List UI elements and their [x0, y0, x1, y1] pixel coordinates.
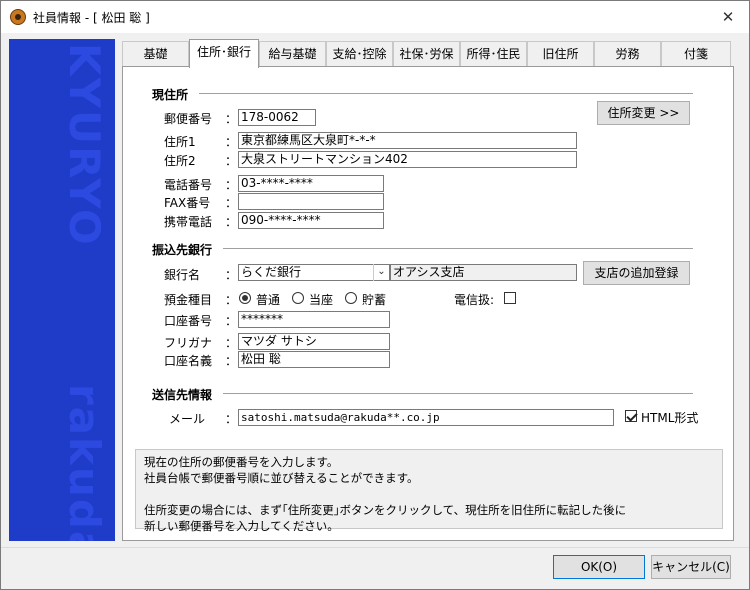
deposit-radio-ordinary[interactable] — [239, 292, 251, 304]
colon: ： — [225, 215, 238, 229]
deposit-radio-current[interactable] — [292, 292, 304, 304]
mail-input[interactable]: satoshi.matsuda@rakuda**.co.jp — [238, 409, 614, 426]
html-format-label: HTML形式 — [641, 411, 699, 425]
side-banner-text-top: KYURYO — [60, 43, 109, 247]
wire-checkbox[interactable] — [504, 292, 516, 304]
section-divider — [223, 393, 693, 395]
branch-field[interactable]: オアシス支店 — [390, 264, 577, 281]
section-title-address: 現住所 — [152, 88, 189, 102]
help-line: 社員台帳で郵便番号順に並び替えることができます。 — [144, 471, 419, 485]
mobile-input[interactable]: 090-****-**** — [238, 212, 384, 229]
account-label: 口座番号 — [164, 314, 213, 328]
wire-label: 電信扱: — [454, 293, 495, 307]
holder-input[interactable]: 松田 聡 — [238, 351, 390, 368]
bank-select[interactable]: らくだ銀行 — [238, 264, 390, 281]
deposit-option-savings: 貯蓄 — [362, 293, 387, 307]
fax-label: FAX番号 — [164, 196, 211, 210]
help-line: 住所変更の場合には、まず｢住所変更｣ボタンをクリックして、現住所を旧住所に転記し… — [144, 503, 627, 517]
help-line: 現在の住所の郵便番号を入力します。 — [144, 455, 339, 469]
colon: ： — [225, 178, 238, 192]
dialog-window: 社員情報 - [ 松田 聡 ] ✕ KYURYO rakuda 基礎 住所･銀行… — [0, 0, 750, 590]
colon: ： — [225, 336, 238, 350]
deposit-label: 預金種目 — [164, 293, 213, 307]
side-banner: KYURYO rakuda — [9, 39, 115, 541]
deposit-option-current: 当座 — [309, 293, 334, 307]
colon: ： — [225, 135, 238, 149]
address1-input[interactable]: 東京都練馬区大泉町*-*-* — [238, 132, 577, 149]
kana-input[interactable]: マツダ サトシ — [238, 333, 390, 350]
help-text-box: 現在の住所の郵便番号を入力します。 社員台帳で郵便番号順に並び替えることができま… — [135, 449, 723, 533]
bank-label: 銀行名 — [164, 268, 201, 282]
colon: ： — [225, 412, 238, 426]
section-title-send: 送信先情報 — [152, 388, 213, 402]
tab-address-bank[interactable]: 住所･銀行 — [189, 39, 259, 68]
close-icon[interactable]: ✕ — [715, 6, 741, 28]
tab-old-address[interactable]: 旧住所 — [527, 41, 594, 66]
window-title: 社員情報 - [ 松田 聡 ] — [33, 11, 150, 25]
help-spacer — [144, 486, 714, 502]
app-icon — [10, 9, 26, 25]
html-format-checkbox[interactable] — [625, 410, 637, 422]
mail-label: メール — [169, 412, 206, 426]
postal-input[interactable]: 178-0062 — [238, 109, 316, 126]
tab-basic[interactable]: 基礎 — [122, 41, 189, 66]
tab-strip: 基礎 住所･銀行 給与基礎 支給･控除 社保･労保 所得･住民 旧住所 労務 付… — [122, 39, 734, 68]
section-divider — [199, 93, 693, 95]
mobile-label: 携帯電話 — [164, 215, 213, 229]
ok-button[interactable]: OK(O) — [553, 555, 645, 579]
chevron-down-icon[interactable]: ⌄ — [373, 264, 389, 281]
tab-income-resident[interactable]: 所得･住民 — [460, 41, 527, 66]
phone-input[interactable]: 03-****-**** — [238, 175, 384, 192]
kana-label: フリガナ — [164, 336, 213, 350]
tab-insurance[interactable]: 社保･労保 — [393, 41, 460, 66]
tab-sticky-note[interactable]: 付箋 — [661, 41, 731, 66]
colon: ： — [225, 293, 238, 307]
address2-label: 住所2 — [164, 154, 196, 168]
cancel-button[interactable]: キャンセル(C) — [651, 555, 731, 579]
section-title-bank: 振込先銀行 — [152, 243, 213, 257]
deposit-radio-savings[interactable] — [345, 292, 357, 304]
colon: ： — [225, 196, 238, 210]
add-branch-button[interactable]: 支店の追加登録 — [583, 261, 690, 285]
phone-label: 電話番号 — [164, 178, 213, 192]
tab-payment-deduction[interactable]: 支給･控除 — [326, 41, 393, 66]
tab-salary-basic[interactable]: 給与基礎 — [259, 41, 326, 66]
colon: ： — [225, 112, 238, 126]
holder-label: 口座名義 — [164, 354, 213, 368]
help-line: 新しい郵便番号を入力してください。 — [144, 519, 339, 533]
postal-label: 郵便番号 — [164, 112, 213, 126]
colon: ： — [225, 354, 238, 368]
fax-input[interactable] — [238, 193, 384, 210]
title-bar: 社員情報 - [ 松田 聡 ] ✕ — [1, 1, 749, 33]
address-change-button[interactable]: 住所変更 >> — [597, 101, 690, 125]
section-divider — [223, 248, 693, 250]
colon: ： — [225, 154, 238, 168]
address1-label: 住所1 — [164, 135, 196, 149]
colon: ： — [225, 268, 238, 282]
account-input[interactable]: ******* — [238, 311, 390, 328]
address2-input[interactable]: 大泉ストリートマンション402 — [238, 151, 577, 168]
tab-labor[interactable]: 労務 — [594, 41, 661, 66]
side-banner-text-bottom: rakuda — [60, 384, 109, 541]
deposit-option-ordinary: 普通 — [256, 293, 281, 307]
colon: ： — [225, 314, 238, 328]
